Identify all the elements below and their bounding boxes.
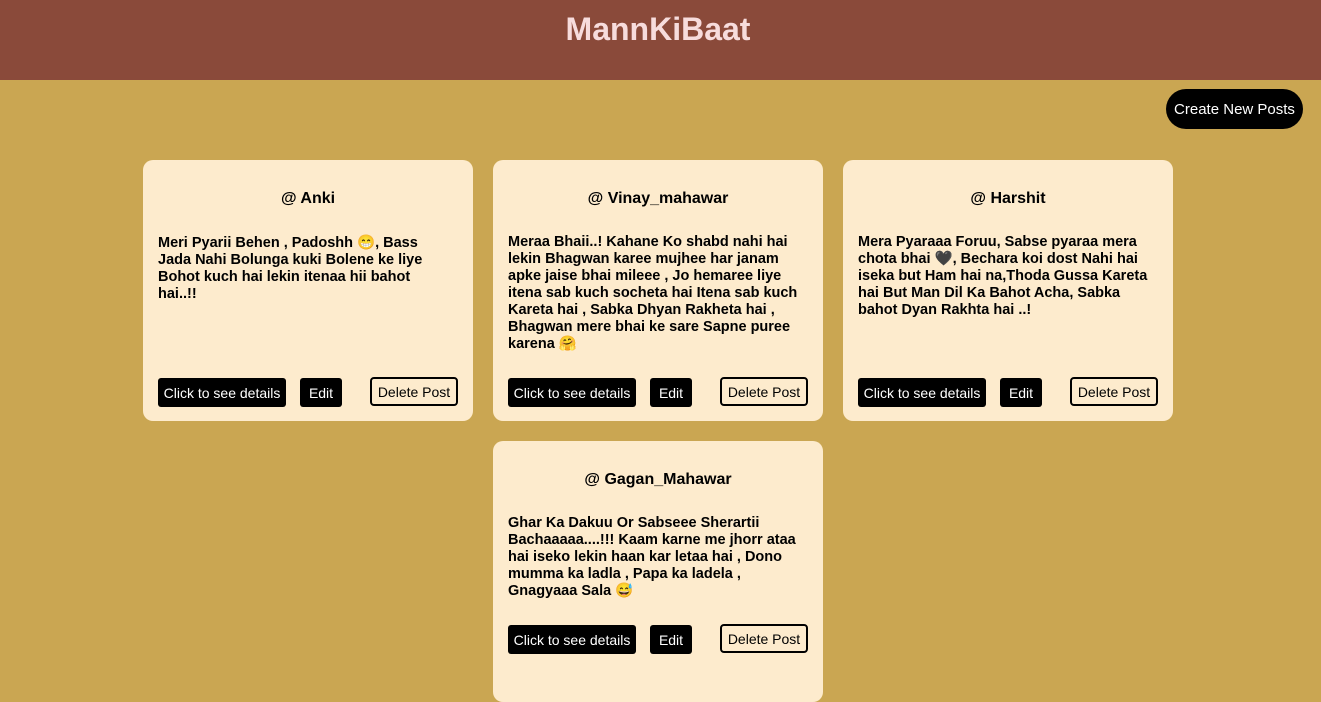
delete-post-button[interactable]: Delete Post bbox=[720, 377, 808, 406]
edit-button[interactable]: Edit bbox=[300, 378, 342, 407]
site-header: MannKiBaat bbox=[0, 0, 1321, 80]
post-body: Meraa Bhaii..! Kahane Ko shabd nahi hai … bbox=[508, 234, 798, 352]
post-author: @ Vinay_mahawar bbox=[587, 190, 729, 207]
create-new-posts-button[interactable]: Create New Posts bbox=[1166, 89, 1303, 129]
post-author: @ Anki bbox=[280, 190, 336, 207]
post-card: @ Vinay_mahawar Meraa Bhaii..! Kahane Ko… bbox=[493, 160, 823, 421]
see-details-button[interactable]: Click to see details bbox=[508, 625, 636, 654]
post-card: @ Gagan_Mahawar Ghar Ka Dakuu Or Sabseee… bbox=[493, 441, 823, 702]
see-details-button[interactable]: Click to see details bbox=[858, 378, 986, 407]
edit-button[interactable]: Edit bbox=[650, 625, 692, 654]
post-author: @ Harshit bbox=[970, 190, 1046, 207]
delete-post-button[interactable]: Delete Post bbox=[370, 377, 458, 406]
post-card: @ Anki Meri Pyarii Behen , Padoshh 😁, Ba… bbox=[143, 160, 473, 421]
post-author: @ Gagan_Mahawar bbox=[584, 471, 732, 488]
post-body: Meri Pyarii Behen , Padoshh 😁, Bass Jada… bbox=[158, 235, 423, 302]
edit-button[interactable]: Edit bbox=[1000, 378, 1042, 407]
site-title: MannKiBaat bbox=[565, 11, 751, 47]
post-body: Ghar Ka Dakuu Or Sabseee Sherartii Bacha… bbox=[508, 515, 796, 599]
post-body: Mera Pyaraaa Foruu, Sabse pyaraa mera ch… bbox=[858, 234, 1148, 318]
delete-post-button[interactable]: Delete Post bbox=[1070, 377, 1158, 406]
see-details-button[interactable]: Click to see details bbox=[158, 378, 286, 407]
see-details-button[interactable]: Click to see details bbox=[508, 378, 636, 407]
delete-post-button[interactable]: Delete Post bbox=[720, 624, 808, 653]
post-card: @ Harshit Mera Pyaraaa Foruu, Sabse pyar… bbox=[843, 160, 1173, 421]
edit-button[interactable]: Edit bbox=[650, 378, 692, 407]
